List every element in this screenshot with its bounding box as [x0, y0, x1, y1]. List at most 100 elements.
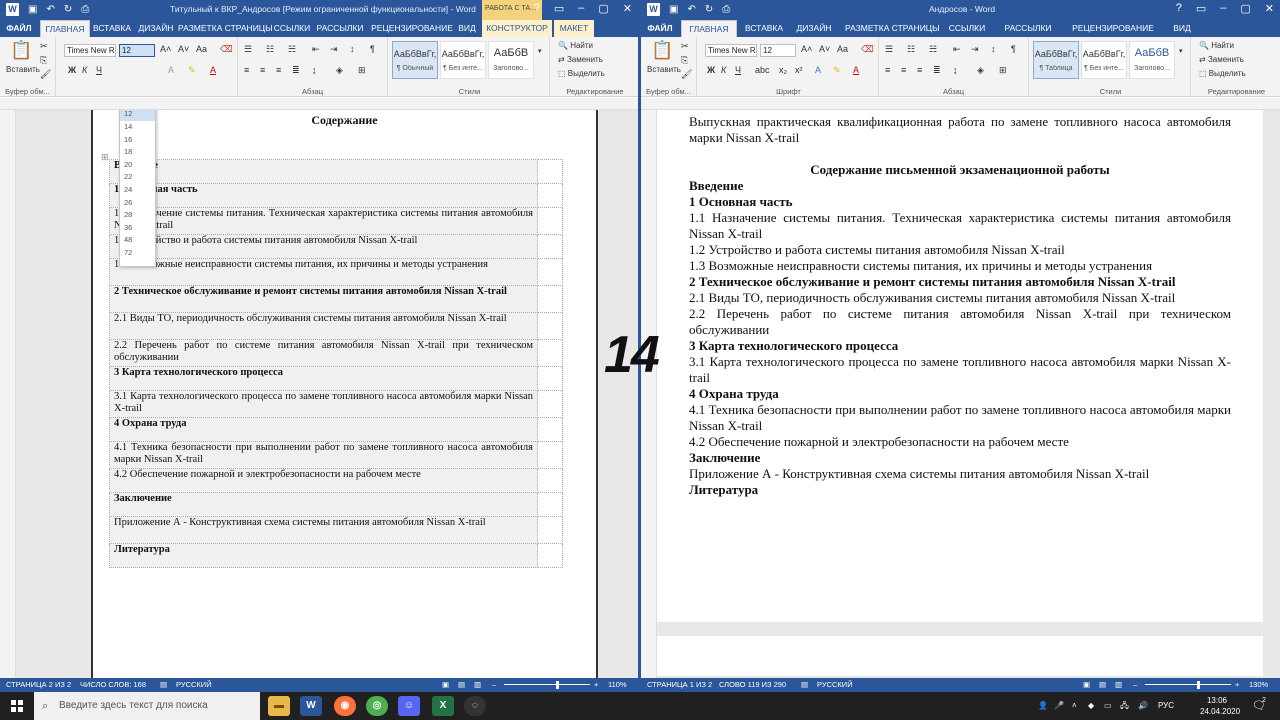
web-layout-icon[interactable]: ▥ — [1115, 678, 1122, 692]
zoom-out-icon[interactable]: – — [492, 678, 496, 692]
toc-entry[interactable]: 2.2 Перечень работ по системе питания ав… — [109, 339, 538, 367]
toc-entry[interactable]: 4.1 Техника безопасности при выполнении … — [109, 441, 538, 469]
toc-page-cell[interactable] — [537, 441, 563, 469]
save-icon[interactable]: ▣ — [669, 3, 678, 16]
next-page[interactable] — [657, 636, 1263, 676]
justify-icon[interactable]: ≣ — [292, 65, 300, 76]
toc-page-cell[interactable] — [537, 234, 563, 259]
minimize-button[interactable]: – — [578, 2, 584, 15]
spell-check-icon[interactable]: ▤ — [160, 678, 167, 692]
strikethrough-button[interactable]: abc — [755, 65, 770, 75]
toc-entry[interactable]: 1.2 Устройство и работа системы питания … — [109, 234, 538, 259]
toc-entry[interactable]: 4.2 Обеспечение пожарной и электробезопа… — [109, 468, 538, 493]
numbering-icon[interactable]: ☷ — [266, 44, 274, 55]
zoom-slider[interactable] — [504, 684, 590, 685]
text-effects-icon[interactable]: A — [815, 65, 821, 75]
zoom-thumb[interactable] — [1197, 681, 1200, 689]
tab-mailings[interactable]: РАССЫЛКИ — [314, 20, 366, 37]
battery-icon[interactable]: ▭ — [1104, 692, 1112, 720]
clear-format-icon[interactable]: ⌫ — [220, 44, 233, 55]
subscript-button[interactable]: x₂ — [779, 65, 787, 75]
help-icon[interactable]: ? — [534, 2, 540, 15]
tab-design[interactable]: ДИЗАЙН — [793, 20, 835, 37]
toc-entry[interactable]: Литература — [109, 543, 538, 568]
show-marks-icon[interactable]: ¶ — [1011, 44, 1016, 54]
tray-arrow-icon[interactable]: ˄ — [1072, 692, 1077, 720]
font-size-option[interactable]: 26 — [120, 197, 155, 210]
tab-home[interactable]: ГЛАВНАЯ — [40, 20, 90, 37]
tab-references[interactable]: ССЫЛКИ — [947, 20, 987, 37]
obs-icon[interactable]: ◌ — [464, 696, 486, 716]
line-spacing-icon[interactable]: ↨ — [953, 65, 958, 75]
language[interactable]: РУССКИЙ — [176, 678, 212, 692]
toc-page-cell[interactable] — [537, 417, 563, 442]
highlight-icon[interactable]: ✎ — [188, 65, 196, 76]
decrease-indent-icon[interactable]: ⇤ — [953, 44, 961, 55]
spell-check-icon[interactable]: ▤ — [801, 678, 808, 692]
change-case-icon[interactable]: Aa — [196, 44, 207, 54]
excel-icon[interactable]: X — [432, 696, 454, 716]
tab-insert[interactable]: ВСТАВКА — [741, 20, 787, 37]
align-center-icon[interactable]: ≡ — [260, 65, 265, 75]
borders-icon[interactable]: ⊞ — [358, 65, 366, 76]
tab-review[interactable]: РЕЦЕНЗИРОВАНИЕ — [368, 20, 456, 37]
word-count[interactable]: ЧИСЛО СЛОВ: 168 — [80, 678, 146, 692]
toc-page-cell[interactable] — [537, 285, 563, 313]
table-row[interactable]: 4.2 Обеспечение пожарной и электробезопа… — [109, 468, 563, 493]
increase-indent-icon[interactable]: ⇥ — [330, 44, 338, 55]
format-painter-icon[interactable]: 🖌 — [40, 69, 51, 80]
cut-icon[interactable]: ✂ — [681, 41, 689, 52]
shrink-font-icon[interactable]: A˅ — [819, 44, 830, 54]
ribbon-options-icon[interactable]: ▭ — [1196, 2, 1206, 15]
toc-entry[interactable]: 1 Основная часть — [109, 183, 538, 208]
toc-entry[interactable]: Приложение А - Конструктивная схема сист… — [109, 516, 538, 544]
font-name-box[interactable]: Times New R — [705, 44, 757, 57]
superscript-button[interactable]: x² — [795, 65, 803, 75]
font-color-icon[interactable]: A — [210, 65, 216, 75]
print-layout-icon[interactable]: ▤ — [458, 678, 465, 692]
table-row[interactable]: 3 Карта технологического процесса — [109, 366, 563, 391]
table-row[interactable]: 2.1 Виды ТО, периодичность обслуживания … — [109, 312, 563, 340]
toc-entry[interactable]: 2.1 Виды ТО, периодичность обслуживания … — [109, 312, 538, 340]
people-icon[interactable]: 👤 — [1038, 692, 1048, 720]
read-mode-icon[interactable]: ▣ — [442, 678, 449, 692]
tab-layout[interactable]: РАЗМЕТКА СТРАНИЦЫ — [178, 20, 273, 37]
font-size-box[interactable]: 12 — [119, 44, 155, 57]
maximize-button[interactable]: ▢ — [598, 2, 608, 15]
table-row[interactable]: 1 Основная часть — [109, 183, 563, 208]
cut-icon[interactable]: ✂ — [40, 41, 48, 52]
tab-table-design[interactable]: КОНСТРУКТОР — [482, 20, 552, 37]
paste-icon[interactable]: 📋 — [10, 40, 32, 61]
shrink-font-icon[interactable]: A˅ — [178, 44, 189, 54]
close-button[interactable]: ✕ — [1265, 2, 1274, 15]
font-size-option[interactable]: 36 — [120, 222, 155, 235]
read-mode-icon[interactable]: ▣ — [1083, 678, 1090, 692]
save-icon[interactable]: ▣ — [28, 3, 37, 16]
tab-insert[interactable]: ВСТАВКА — [90, 20, 134, 37]
zoom-out-icon[interactable]: – — [1133, 678, 1137, 692]
font-size-box[interactable]: 12 — [760, 44, 796, 57]
table-row[interactable]: 1.3 Возможные неисправности системы пита… — [109, 258, 563, 286]
page-count[interactable]: СТРАНИЦА 2 ИЗ 2 — [6, 678, 71, 692]
align-left-icon[interactable]: ≡ — [885, 65, 890, 75]
style-heading[interactable]: АаБбВ Заголово... — [488, 41, 534, 79]
toc-entry[interactable]: Заключение — [109, 492, 538, 517]
change-case-icon[interactable]: Aa — [837, 44, 848, 54]
style-heading[interactable]: АаБбВ Заголово... — [1129, 41, 1175, 79]
font-size-option[interactable]: 28 — [120, 209, 155, 222]
font-size-option[interactable]: 72 — [120, 247, 155, 260]
toc-page-cell[interactable] — [537, 312, 563, 340]
increase-indent-icon[interactable]: ⇥ — [971, 44, 979, 55]
font-size-option[interactable]: 14 — [120, 121, 155, 134]
tab-file[interactable]: ФАЙЛ — [641, 20, 679, 37]
table-row[interactable]: 4.1 Техника безопасности при выполнении … — [109, 441, 563, 469]
align-right-icon[interactable]: ≡ — [276, 65, 281, 75]
print-layout-icon[interactable]: ▤ — [1099, 678, 1106, 692]
text-effects-icon[interactable]: A — [168, 65, 174, 75]
style-table[interactable]: АаБбВвГг, ¶ Таблица — [1033, 41, 1079, 79]
taskbar-search[interactable]: ⌕ Введите здесь текст для поиска — [34, 692, 260, 720]
close-button[interactable]: ✕ — [623, 2, 632, 15]
toc-page-cell[interactable] — [537, 366, 563, 391]
italic-button[interactable]: К — [82, 65, 87, 75]
paste-icon[interactable]: 📋 — [651, 40, 673, 61]
